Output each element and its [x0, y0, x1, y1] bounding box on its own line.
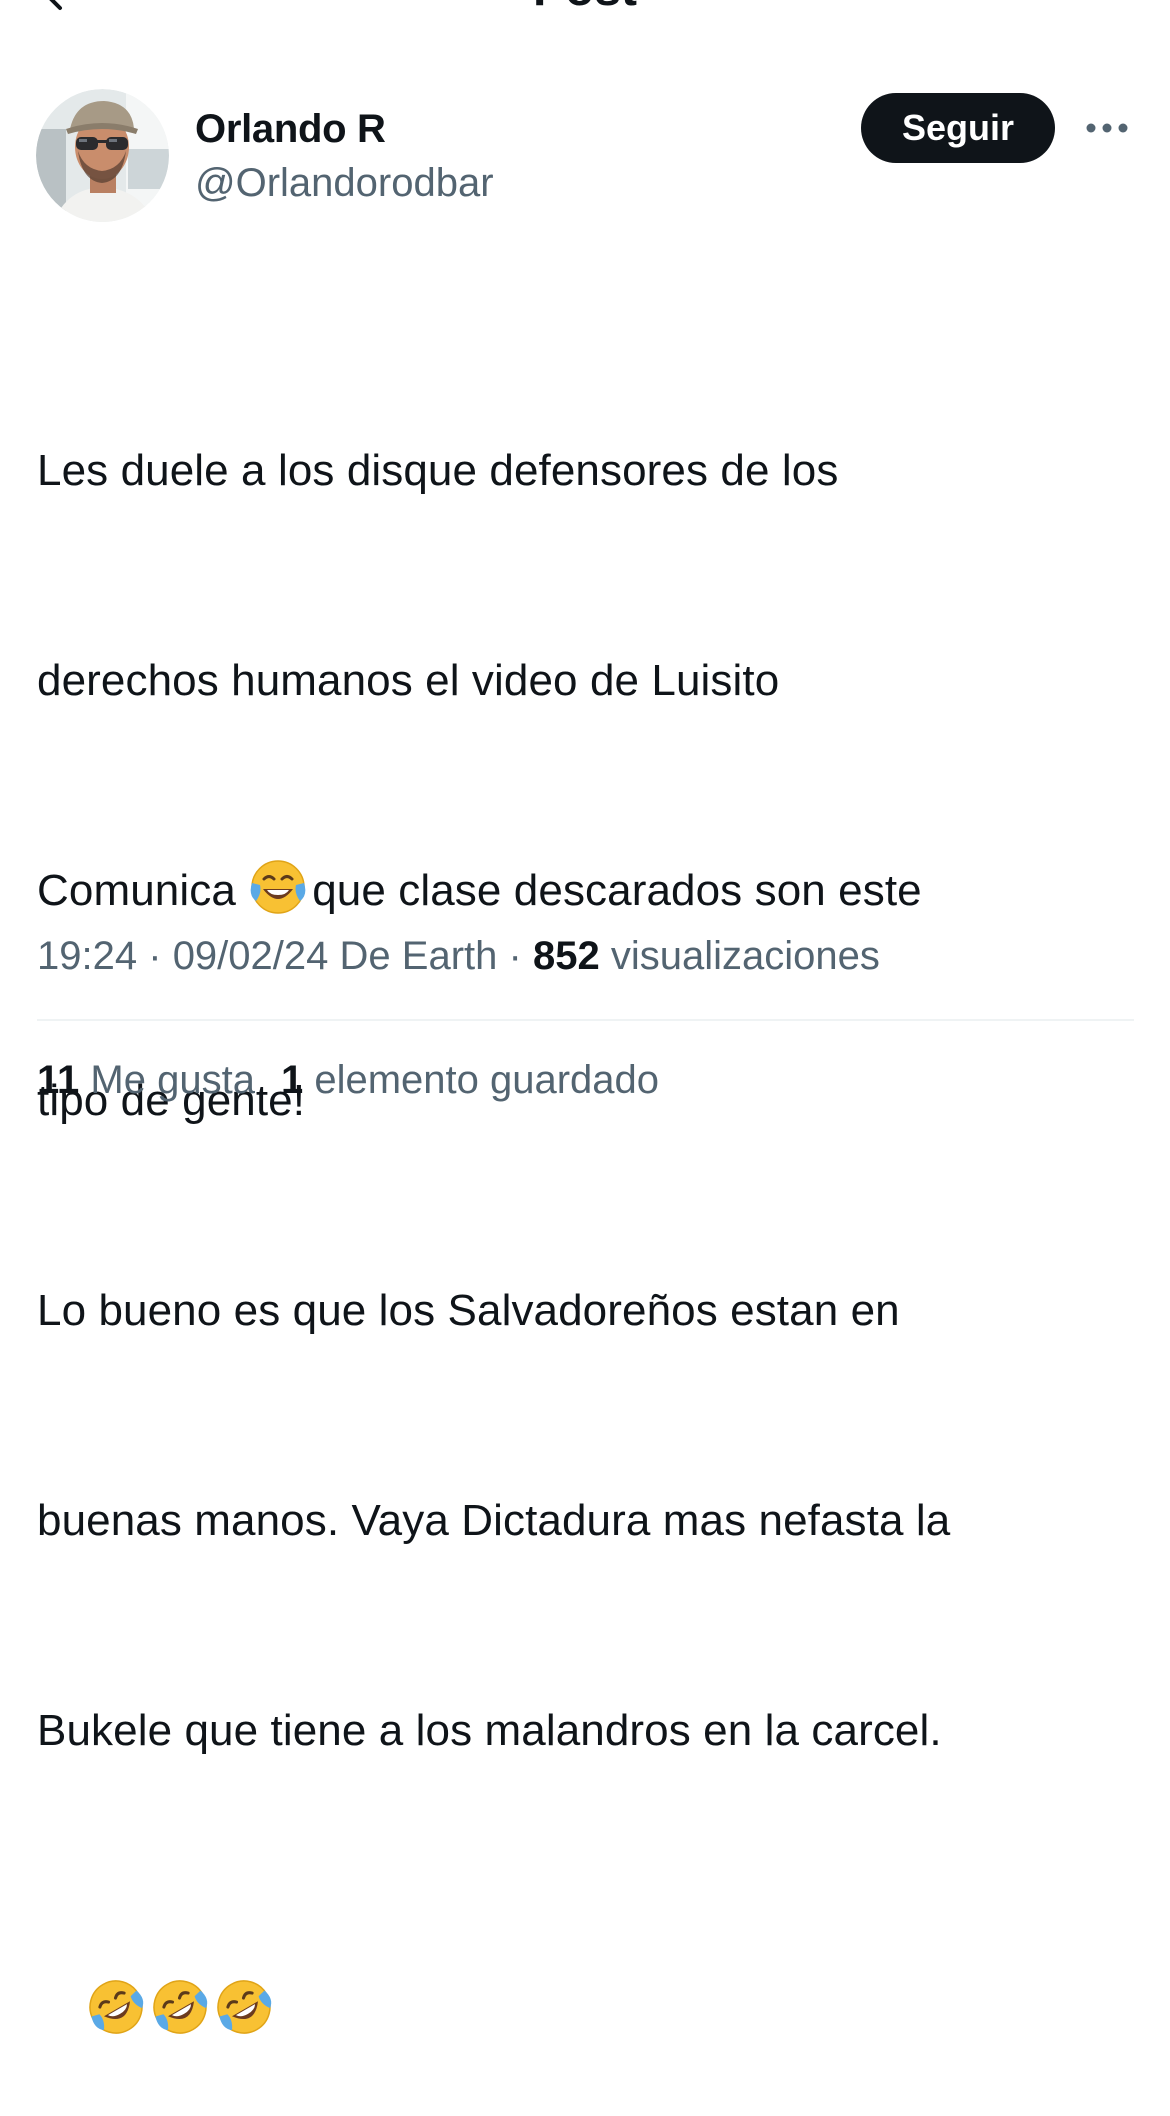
post-line: derechos humanos el video de Luisito — [37, 656, 780, 705]
more-options-icon[interactable] — [1084, 118, 1130, 138]
face-with-tears-of-joy-emoji — [250, 860, 306, 914]
likes-label: Me gusta — [90, 1058, 255, 1102]
post-source: De Earth — [339, 934, 498, 978]
rolling-on-floor-laughing-emoji — [217, 1980, 272, 2034]
post-line: buenas manos. Vaya Dictadura mas nefasta… — [37, 1496, 951, 1545]
post-meta: 19:24 · 09/02/24 De Earth · 852 visualiz… — [37, 930, 880, 982]
page-title: Post — [0, 0, 1170, 14]
post-time[interactable]: 19:24 — [37, 934, 137, 978]
views-label: visualizaciones — [610, 934, 880, 978]
likes-count: 11 — [37, 1058, 80, 1102]
post-stats: 11 Me gusta 1 elemento guardado — [37, 1054, 685, 1106]
emoji-line — [37, 1906, 1137, 2034]
post-line-rest: que clase descarados son este — [312, 866, 922, 915]
bookmarks-count: 1 — [280, 1058, 304, 1102]
post-line-prefix: Comunica — [37, 866, 249, 915]
post-text: Les duele a los disque defensores de los… — [37, 296, 1137, 2046]
author-name[interactable]: Orlando R — [195, 106, 386, 152]
bookmarks-stat[interactable]: 1 elemento guardado — [281, 1054, 659, 1106]
post-line: Comunica que clase descarados son este — [37, 856, 1137, 926]
top-bar: Post — [0, 0, 1170, 20]
avatar[interactable] — [36, 89, 169, 222]
meta-separator: · — [148, 934, 162, 978]
post-date[interactable]: 09/02/24 — [173, 934, 329, 978]
post-line: Bukele que tiene a los malandros en la c… — [37, 1706, 942, 1755]
post-line: Les duele a los disque defensores de los — [37, 446, 839, 495]
divider — [37, 1019, 1134, 1021]
likes-stat[interactable]: 11 Me gusta — [37, 1054, 255, 1106]
meta-separator: · — [508, 934, 522, 978]
post-line: Lo bueno es que los Salvadoreños estan e… — [37, 1286, 900, 1335]
avatar-photo — [36, 89, 169, 222]
follow-button[interactable]: Seguir — [861, 93, 1055, 163]
bookmarks-label: elemento guardado — [314, 1058, 660, 1102]
views-count: 852 — [532, 934, 600, 978]
author-handle[interactable]: @Orlandorodbar — [195, 160, 494, 206]
rolling-on-floor-laughing-emoji — [89, 1980, 144, 2034]
rolling-on-floor-laughing-emoji — [153, 1980, 208, 2034]
